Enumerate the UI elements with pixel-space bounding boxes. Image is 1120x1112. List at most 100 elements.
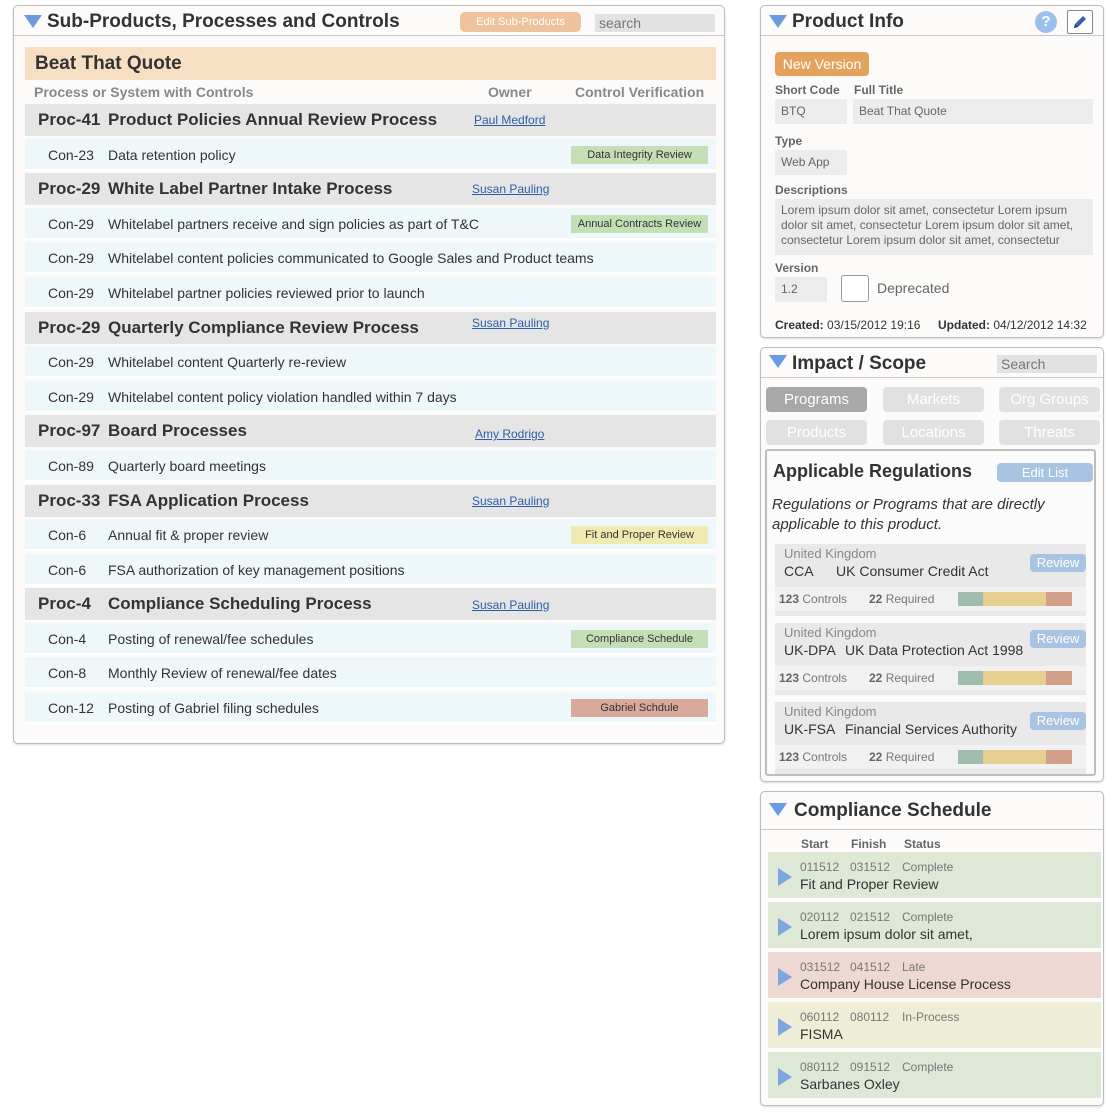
sub-products-panel: Sub-Products, Processes and Controls Edi… bbox=[13, 5, 725, 744]
expand-arrow-icon[interactable] bbox=[778, 1018, 792, 1036]
control-row[interactable]: Con-29 Whitelabel content Quarterly re-r… bbox=[25, 346, 716, 378]
collapse-triangle-icon[interactable] bbox=[769, 15, 787, 28]
tab-programs[interactable]: Programs bbox=[766, 387, 867, 412]
process-name: Product Policies Annual Review Process bbox=[108, 110, 438, 129]
control-row[interactable]: Con-12 Posting of Gabriel filing schedul… bbox=[25, 692, 716, 724]
regulation-item[interactable]: United Kingdom UK-FSA Financial Services… bbox=[775, 702, 1086, 774]
regulation-country: United Kingdom bbox=[784, 546, 877, 561]
owner-link[interactable]: Susan Pauling bbox=[472, 494, 549, 508]
schedule-row[interactable]: 080112 091512 Complete Sarbanes Oxley bbox=[768, 1052, 1101, 1098]
process-row[interactable]: Proc-97 Board Processes Amy Rodrigo bbox=[25, 415, 716, 447]
process-row[interactable]: Proc-33 FSA Application Process Susan Pa… bbox=[25, 485, 716, 517]
control-name: Whitelabel content Quarterly re-review bbox=[108, 354, 347, 370]
updated-label: Updated: bbox=[938, 318, 990, 332]
verification-tag[interactable]: Annual Contracts Review bbox=[571, 215, 708, 233]
control-row[interactable]: Con-89 Quarterly board meetings bbox=[25, 450, 716, 482]
control-id: Con-6 bbox=[48, 562, 87, 578]
verification-tag[interactable]: Gabriel Schdule bbox=[571, 699, 708, 717]
type-field[interactable]: Web App bbox=[775, 150, 847, 175]
compliance-schedule-panel: Compliance Schedule Start Finish Status … bbox=[760, 791, 1104, 1106]
control-row[interactable]: Con-8 Monthly Review of renewal/fee date… bbox=[25, 657, 716, 689]
control-name: Posting of renewal/fee schedules bbox=[108, 631, 314, 647]
deprecated-checkbox[interactable] bbox=[841, 275, 869, 302]
full-title-field[interactable]: Beat That Quote bbox=[853, 99, 1093, 124]
descriptions-field[interactable]: Lorem ipsum dolor sit amet, consectetur … bbox=[775, 199, 1093, 255]
process-row[interactable]: Proc-4 Compliance Scheduling Process Sus… bbox=[25, 588, 716, 620]
tab-markets[interactable]: Markets bbox=[883, 387, 984, 412]
verification-tag[interactable]: Compliance Schedule bbox=[571, 630, 708, 648]
panel-title: Compliance Schedule bbox=[794, 800, 992, 821]
control-row[interactable]: Con-29 Whitelabel partner policies revie… bbox=[25, 277, 716, 309]
regulation-code: CCA bbox=[784, 563, 814, 579]
status-bar bbox=[958, 750, 1072, 764]
collapse-triangle-icon[interactable] bbox=[769, 355, 787, 368]
collapse-triangle-icon[interactable] bbox=[24, 15, 42, 28]
verification-tag[interactable]: Data Integrity Review bbox=[571, 146, 708, 164]
control-row[interactable]: Con-29 Whitelabel content policies commu… bbox=[25, 242, 716, 274]
edit-sub-products-button[interactable]: Edit Sub-Products bbox=[460, 12, 581, 32]
schedule-row[interactable]: 060112 080112 In-Process FISMA bbox=[768, 1002, 1101, 1048]
edit-pencil-icon[interactable] bbox=[1067, 10, 1093, 34]
schedule-finish: 031512 bbox=[850, 860, 891, 874]
regulations-description: Regulations or Programs that are directl… bbox=[772, 496, 1045, 533]
verification-tag[interactable]: Fit and Proper Review bbox=[571, 526, 708, 544]
expand-arrow-icon[interactable] bbox=[778, 918, 792, 936]
regulations-title: Applicable Regulations bbox=[773, 461, 973, 481]
owner-link[interactable]: Susan Pauling bbox=[472, 598, 549, 612]
version-field[interactable]: 1.2 bbox=[775, 277, 827, 302]
control-row[interactable]: Con-29 Whitelabel content policy violati… bbox=[25, 381, 716, 413]
owner-link[interactable]: Paul Medford bbox=[474, 113, 545, 127]
process-name: Compliance Scheduling Process bbox=[108, 594, 372, 613]
process-id: Proc-41 bbox=[38, 110, 101, 129]
schedule-name: Lorem ipsum dolor sit amet, bbox=[800, 926, 973, 942]
control-name: Quarterly board meetings bbox=[108, 458, 266, 474]
owner-link[interactable]: Susan Pauling bbox=[472, 316, 549, 330]
owner-link[interactable]: Susan Pauling bbox=[472, 182, 549, 196]
new-version-button[interactable]: New Version bbox=[775, 52, 869, 76]
control-id: Con-89 bbox=[48, 458, 94, 474]
regulation-item[interactable]: United Kingdom UK-DPA UK Data Protection… bbox=[775, 623, 1086, 695]
schedule-row[interactable]: 020112 021512 Complete Lorem ipsum dolor si… bbox=[768, 902, 1101, 948]
control-name: Whitelabel content policy violation hand… bbox=[108, 389, 457, 405]
short-code-field[interactable]: BTQ bbox=[775, 99, 847, 124]
expand-arrow-icon[interactable] bbox=[778, 1068, 792, 1086]
control-row[interactable]: Con-4 Posting of renewal/fee schedules C… bbox=[25, 623, 716, 655]
control-row[interactable]: Con-6 FSA authorization of key managemen… bbox=[25, 554, 716, 586]
regulation-code: UK-FSA bbox=[784, 721, 836, 737]
schedule-row[interactable]: 031512 041512 Late Company House License Pr… bbox=[768, 952, 1101, 998]
review-button[interactable]: Review bbox=[1030, 630, 1086, 648]
tab-threats[interactable]: Threats bbox=[999, 420, 1100, 445]
status-bar-segment bbox=[983, 592, 1046, 606]
review-button[interactable]: Review bbox=[1030, 712, 1086, 730]
control-row[interactable]: Con-6 Annual fit & proper review Fit and… bbox=[25, 519, 716, 551]
status-bar-segment bbox=[958, 592, 984, 606]
tab-org-groups[interactable]: Org Groups bbox=[999, 387, 1100, 412]
control-name: Whitelabel content policies communicated… bbox=[108, 250, 594, 266]
control-row[interactable]: Con-29 Whitelabel partners receive and s… bbox=[25, 208, 716, 240]
collapse-triangle-icon[interactable] bbox=[769, 803, 787, 816]
control-row[interactable]: Con-23 Data retention policy Data Integr… bbox=[25, 139, 716, 171]
expand-arrow-icon[interactable] bbox=[778, 868, 792, 886]
updated-value: 04/12/2012 14:32 bbox=[993, 318, 1087, 332]
panel-header: Sub-Products, Processes and Controls Edi… bbox=[14, 6, 724, 36]
tab-locations[interactable]: Locations bbox=[883, 420, 984, 445]
help-icon[interactable]: ? bbox=[1035, 11, 1057, 33]
process-row[interactable]: Proc-29 Quarterly Compliance Review Proc… bbox=[25, 312, 716, 344]
owner-link[interactable]: Amy Rodrigo bbox=[475, 427, 544, 441]
search-input[interactable] bbox=[997, 355, 1097, 373]
regulation-stats: 123 Controls 22 Required bbox=[775, 587, 1086, 611]
schedule-start: 031512 bbox=[800, 960, 841, 974]
process-row[interactable]: Proc-41 Product Policies Annual Review P… bbox=[25, 104, 716, 136]
search-input[interactable] bbox=[595, 14, 715, 32]
review-button[interactable]: Review bbox=[1030, 554, 1086, 572]
process-name: FSA Application Process bbox=[108, 491, 309, 510]
regulation-item[interactable]: United Kingdom CCA UK Consumer Credit Ac… bbox=[775, 544, 1086, 616]
column-header-start: Start bbox=[801, 837, 829, 851]
schedule-status: Late bbox=[902, 960, 926, 974]
expand-arrow-icon[interactable] bbox=[778, 968, 792, 986]
tab-products[interactable]: Products bbox=[766, 420, 867, 445]
schedule-row[interactable]: 011512 031512 Complete Fit and Proper Revie… bbox=[768, 852, 1101, 898]
process-row[interactable]: Proc-29 White Label Partner Intake Proce… bbox=[25, 173, 716, 205]
edit-list-button[interactable]: Edit List bbox=[997, 463, 1093, 482]
status-bar-segment bbox=[983, 750, 1046, 764]
